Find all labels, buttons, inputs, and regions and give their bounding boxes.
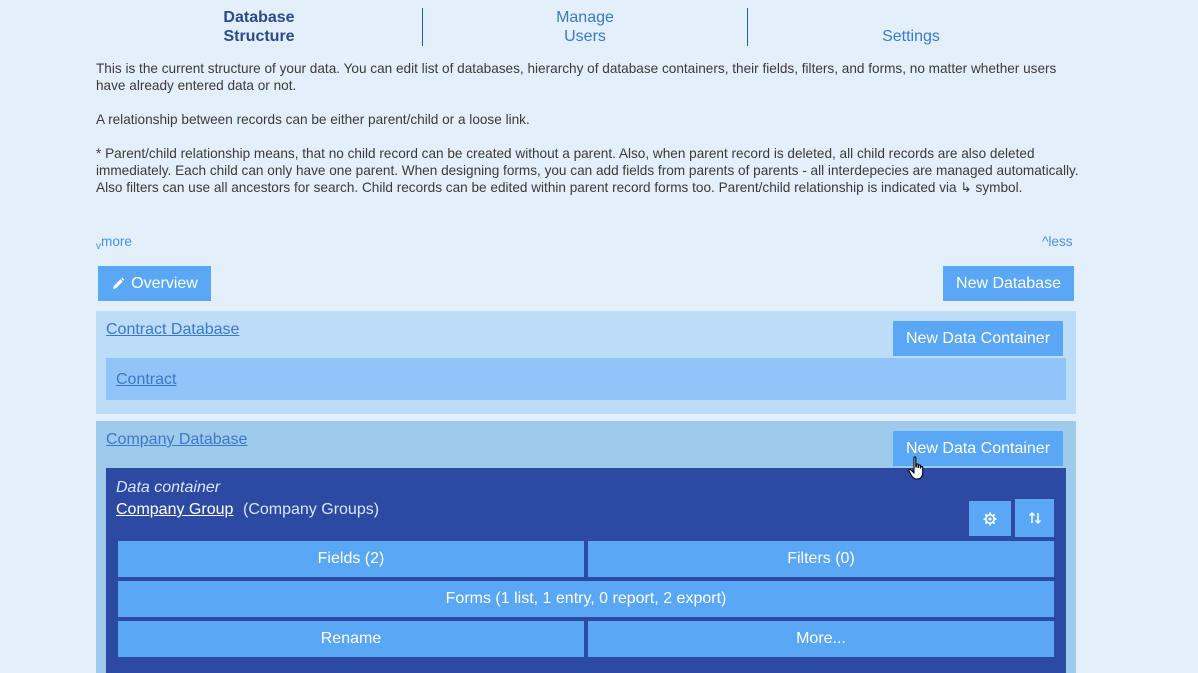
more-toggle-label: more xyxy=(101,234,132,249)
tab-settings[interactable]: Settings xyxy=(840,8,982,46)
data-container-name-link[interactable]: Company Group xyxy=(116,501,233,519)
data-container-plural: (Company Groups) xyxy=(243,501,380,518)
tab-database-structure[interactable]: Database Structure xyxy=(188,8,330,46)
forms-button[interactable]: Forms (1 list, 1 entry, 0 report, 2 expo… xyxy=(118,581,1054,617)
more-button[interactable]: More... xyxy=(588,621,1054,657)
overview-button[interactable]: Overview xyxy=(98,266,211,301)
less-toggle[interactable]: ^less xyxy=(1042,234,1073,249)
overview-button-label: Overview xyxy=(131,274,198,292)
tab-settings-line1 xyxy=(840,8,982,27)
gear-icon xyxy=(983,512,997,525)
database-name-link[interactable]: Company Database xyxy=(106,431,247,449)
data-container-name-link[interactable]: Contract xyxy=(116,371,176,389)
database-panel: Contract Database New Data Container Con… xyxy=(96,311,1076,414)
description-paragraph: This is the current structure of your da… xyxy=(96,61,1057,93)
fields-button[interactable]: Fields (2) xyxy=(118,541,584,577)
description-paragraph: * Parent/child relationship means, that … xyxy=(96,146,1079,195)
sort-arrows-icon xyxy=(1028,511,1041,525)
hand-cursor-icon xyxy=(908,456,924,480)
tab-manage-users-line1: Manage xyxy=(556,9,614,26)
tab-divider xyxy=(747,8,748,46)
tab-settings-line2: Settings xyxy=(882,28,940,45)
reorder-button[interactable] xyxy=(1015,499,1054,537)
new-database-button[interactable]: New Database xyxy=(943,266,1074,301)
database-name-link[interactable]: Contract Database xyxy=(106,321,239,339)
new-data-container-button[interactable]: New Data Container xyxy=(893,321,1063,356)
tab-divider xyxy=(422,8,423,46)
more-toggle[interactable]: vmore xyxy=(96,234,132,252)
structure-description: This is the current structure of your da… xyxy=(96,60,1081,213)
description-paragraph: A relationship between records can be ei… xyxy=(96,112,530,127)
tab-manage-users-line2: Users xyxy=(564,28,606,45)
tab-database-structure-line1: Database xyxy=(223,9,295,26)
data-container-row[interactable]: Contract xyxy=(106,358,1066,400)
tab-manage-users[interactable]: Manage Users xyxy=(514,8,656,46)
filters-button[interactable]: Filters (0) xyxy=(588,541,1054,577)
tab-database-structure-line2: Structure xyxy=(223,28,295,45)
container-settings-button[interactable] xyxy=(969,501,1011,536)
database-panel: Company Database New Data Container Data… xyxy=(96,421,1076,673)
top-tabs: Database Structure Manage Users Settings xyxy=(96,0,1076,48)
less-toggle-label: less xyxy=(1048,234,1073,249)
pencil-icon xyxy=(113,277,125,289)
data-container-label: Data container xyxy=(116,479,221,496)
data-container-panel: Data container Company Group (Company Gr… xyxy=(106,468,1066,673)
rename-button[interactable]: Rename xyxy=(118,621,584,657)
